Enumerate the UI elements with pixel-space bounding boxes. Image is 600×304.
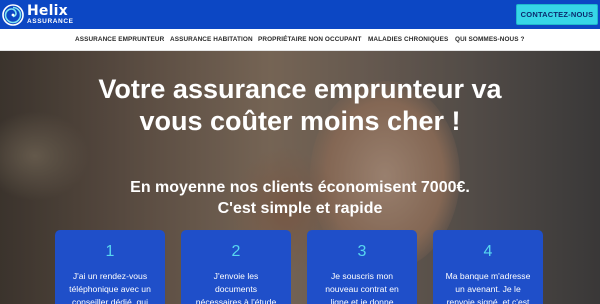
brand-tagline: ASSURANCE [27, 18, 74, 26]
step-text-line: nécessaires à l'étude [195, 297, 277, 304]
step-text-line: Je souscris mon [330, 271, 394, 281]
step-text-line: J'ai un rendez-vous [72, 271, 148, 281]
brand-logo[interactable]: Helix ASSURANCE [2, 2, 74, 28]
step-text-line: ligne et je donne [330, 297, 394, 304]
step-card-1: 1 J'ai un rendez-vous téléphonique avec … [55, 230, 165, 304]
main-nav: ASSURANCE EMPRUNTEUR ASSURANCE HABITATIO… [0, 29, 600, 51]
hero-section: Votre assurance emprunteur va vous coûte… [0, 51, 600, 304]
hero-headline-line-1: Votre assurance emprunteur va [98, 74, 502, 104]
step-text: Je souscris mon nouveau contrat en ligne… [313, 270, 411, 304]
step-text-line: renvoie signé, et c'est [446, 297, 530, 304]
nav-item-qui-sommes-nous[interactable]: QUI SOMMES-NOUS ? [455, 29, 525, 51]
step-number: 3 [357, 243, 367, 260]
nav-item-proprietaire-non-occupant[interactable]: PROPRIÉTAIRE NON OCCUPANT [258, 29, 361, 51]
hero-subheadline-line-2: C'est simple et rapide [217, 200, 383, 217]
hero-subheadline: En moyenne nos clients économisent 7000€… [0, 177, 600, 219]
step-text: J'envoie les documents nécessaires à l'é… [187, 270, 285, 304]
top-header-bar: Helix ASSURANCE CONTACTEZ-NOUS [0, 0, 600, 29]
step-text-line: nouveau contrat en [325, 284, 399, 294]
contact-button[interactable]: CONTACTEZ-NOUS [516, 4, 598, 25]
step-card-3: 3 Je souscris mon nouveau contrat en lig… [307, 230, 417, 304]
step-text-line: documents [214, 284, 258, 294]
step-text-line: J'envoie les [213, 271, 259, 281]
step-number: 1 [105, 243, 115, 260]
step-text: Ma banque m'adresse un avenant. Je le re… [439, 270, 537, 304]
hero-subheadline-line-1: En moyenne nos clients économisent 7000€… [130, 179, 470, 196]
step-card-2: 2 J'envoie les documents nécessaires à l… [181, 230, 291, 304]
step-text-line: Ma banque m'adresse [445, 271, 531, 281]
step-number: 4 [483, 243, 493, 260]
spiral-logo-icon [2, 4, 24, 26]
step-text-line: un avenant. Je le [455, 284, 521, 294]
hero-headline: Votre assurance emprunteur va vous coûte… [0, 73, 600, 137]
step-card-4: 4 Ma banque m'adresse un avenant. Je le … [433, 230, 543, 304]
step-number: 2 [231, 243, 241, 260]
brand-name: Helix [27, 3, 68, 20]
step-text-line: téléphonique avec un [69, 284, 151, 294]
nav-item-assurance-habitation[interactable]: ASSURANCE HABITATION [170, 29, 253, 51]
nav-item-assurance-emprunteur[interactable]: ASSURANCE EMPRUNTEUR [75, 29, 164, 51]
step-text-line: conseiller dédié, qui [72, 297, 148, 304]
nav-item-maladies-chroniques[interactable]: MALADIES CHRONIQUES [368, 29, 448, 51]
step-text: J'ai un rendez-vous téléphonique avec un… [61, 270, 159, 304]
hero-headline-line-2: vous coûter moins cher ! [139, 106, 461, 136]
